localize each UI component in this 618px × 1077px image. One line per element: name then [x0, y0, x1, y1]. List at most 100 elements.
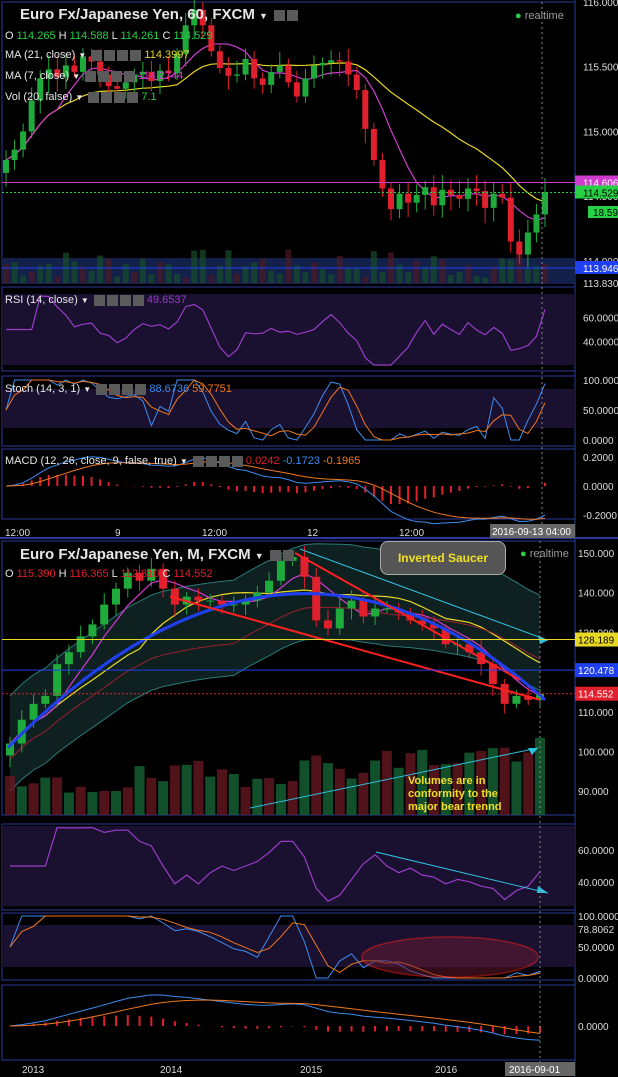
- volume-bar: [40, 777, 51, 815]
- chart2-title[interactable]: Euro Fx/Japanese Yen, M, FXCM: [20, 546, 251, 563]
- close-icon[interactable]: [130, 49, 142, 61]
- settings-icon[interactable]: [274, 9, 286, 21]
- gear-icon[interactable]: [101, 91, 113, 103]
- gear-icon[interactable]: [106, 294, 118, 306]
- ohlc-o-label: O: [5, 568, 14, 580]
- volume-bar: [28, 271, 35, 283]
- gear-icon[interactable]: [205, 455, 217, 467]
- realtime-label: realtime: [524, 10, 564, 22]
- candle: [41, 695, 50, 704]
- band-area: [10, 543, 540, 792]
- candle: [359, 600, 368, 617]
- candle: [276, 65, 283, 72]
- eye-icon[interactable]: [93, 294, 105, 306]
- close-icon[interactable]: [124, 70, 136, 82]
- x-tick-label: 12:00: [202, 528, 227, 539]
- stoch-label[interactable]: Stoch (14, 3, 1): [5, 383, 80, 395]
- chart1-title[interactable]: Euro Fx/Japanese Yen, 60, FXCM: [20, 6, 255, 23]
- candle: [465, 188, 471, 199]
- volume-bar: [482, 277, 489, 283]
- close-icon[interactable]: [282, 549, 294, 561]
- ma21-label[interactable]: MA (21, close): [5, 49, 75, 61]
- realtime-indicator: ● realtime: [515, 10, 564, 22]
- volume-bar: [362, 276, 369, 283]
- candle: [11, 149, 18, 160]
- macd-value: 0.0242: [245, 455, 280, 467]
- volume-bar: [523, 752, 534, 815]
- close-icon[interactable]: [132, 294, 144, 306]
- plus-icon[interactable]: [122, 383, 134, 395]
- plus-icon[interactable]: [111, 70, 123, 82]
- ohlc-h-label: H: [58, 30, 67, 42]
- volume-bar: [311, 262, 317, 283]
- plus-icon[interactable]: [114, 91, 126, 103]
- macd-label[interactable]: MACD (12, 26, close, 9, false, true): [5, 455, 177, 467]
- volume-bar: [299, 760, 310, 815]
- stoch-legend[interactable]: Stoch (14, 3, 1) ▼ 88.6736 59.7751: [5, 383, 232, 395]
- eye-icon[interactable]: [85, 70, 97, 82]
- gear-icon[interactable]: [109, 383, 121, 395]
- ma7-label[interactable]: MA (7, close): [5, 70, 69, 82]
- chevron-down-icon[interactable]: ▼: [255, 551, 264, 561]
- volume-bar: [275, 784, 286, 815]
- candle: [422, 187, 429, 195]
- stoch-tick-label: 100.0000: [583, 376, 618, 387]
- volume-bar: [242, 266, 249, 283]
- candle: [122, 82, 129, 89]
- chart2-title-wrap[interactable]: Euro Fx/Japanese Yen, M, FXCM ▼: [20, 546, 294, 563]
- eye-icon[interactable]: [192, 455, 204, 467]
- status-dot-icon: ●: [515, 10, 522, 22]
- ma7-legend[interactable]: MA (7, close) ▼ 114.2744: [5, 70, 183, 82]
- candle: [268, 71, 275, 85]
- price-badge-label: 120.478: [578, 666, 615, 677]
- ma21-legend[interactable]: MA (21, close) ▼ 114.3997: [5, 49, 190, 61]
- eye-icon[interactable]: [96, 383, 108, 395]
- candle: [114, 86, 121, 89]
- plus-icon[interactable]: [117, 49, 129, 61]
- settings-icon[interactable]: [269, 549, 281, 561]
- x-tick-label: 12:00: [399, 528, 424, 539]
- gear-icon[interactable]: [104, 49, 116, 61]
- candle: [328, 60, 335, 63]
- volume-bar: [191, 250, 198, 283]
- close-icon[interactable]: [287, 9, 299, 21]
- chevron-down-icon[interactable]: ▼: [259, 11, 268, 21]
- gear-icon[interactable]: [98, 70, 110, 82]
- ohlc-low: 114.261: [120, 30, 160, 42]
- plus-icon[interactable]: [218, 455, 230, 467]
- candle: [430, 187, 437, 206]
- volume-bar: [88, 270, 95, 283]
- volume-bar: [405, 271, 412, 283]
- volume-bar: [507, 259, 514, 283]
- rsi-label[interactable]: RSI (14, close): [5, 294, 78, 306]
- plus-icon[interactable]: [119, 294, 131, 306]
- chart2-ohlc: O 115.390 H 116.365 L 112.810 C 114.552: [5, 568, 212, 580]
- close-icon[interactable]: [135, 383, 147, 395]
- volume-bar: [430, 256, 437, 283]
- chart1-title-wrap[interactable]: Euro Fx/Japanese Yen, 60, FXCM ▼: [20, 6, 299, 23]
- volume-bar: [473, 276, 480, 283]
- close-icon[interactable]: [231, 455, 243, 467]
- x-cursor-label: 2016-09-01: [509, 1065, 561, 1076]
- volume-bar: [75, 786, 86, 815]
- rsi-tick-label: 40.0000: [583, 337, 618, 348]
- x-tick-label: 9: [115, 528, 121, 539]
- eye-icon[interactable]: [91, 49, 103, 61]
- close-icon[interactable]: [127, 91, 139, 103]
- volume-bar: [63, 792, 74, 815]
- vol-label[interactable]: Vol (20, false): [5, 91, 72, 103]
- volume-bar: [228, 774, 239, 815]
- x-tick-label: 2015: [300, 1065, 323, 1076]
- stoch-k-value: 88.6736: [149, 383, 190, 395]
- candle: [382, 608, 391, 610]
- eye-icon[interactable]: [88, 91, 100, 103]
- highlight-ellipse: [361, 936, 539, 978]
- rsi-tick-label: 60.0000: [583, 314, 618, 325]
- inverted-saucer-text: Inverted Saucer: [397, 551, 489, 565]
- price-tick-label: 110.000: [578, 708, 614, 719]
- macd-legend[interactable]: MACD (12, 26, close, 9, false, true) ▼ 0…: [5, 455, 360, 467]
- ohlc-l-label: L: [111, 568, 118, 580]
- vol-legend[interactable]: Vol (20, false) ▼ 7.1: [5, 91, 157, 103]
- ohlc-o-label: O: [5, 30, 14, 42]
- rsi-legend[interactable]: RSI (14, close) ▼ 49.6537: [5, 294, 187, 306]
